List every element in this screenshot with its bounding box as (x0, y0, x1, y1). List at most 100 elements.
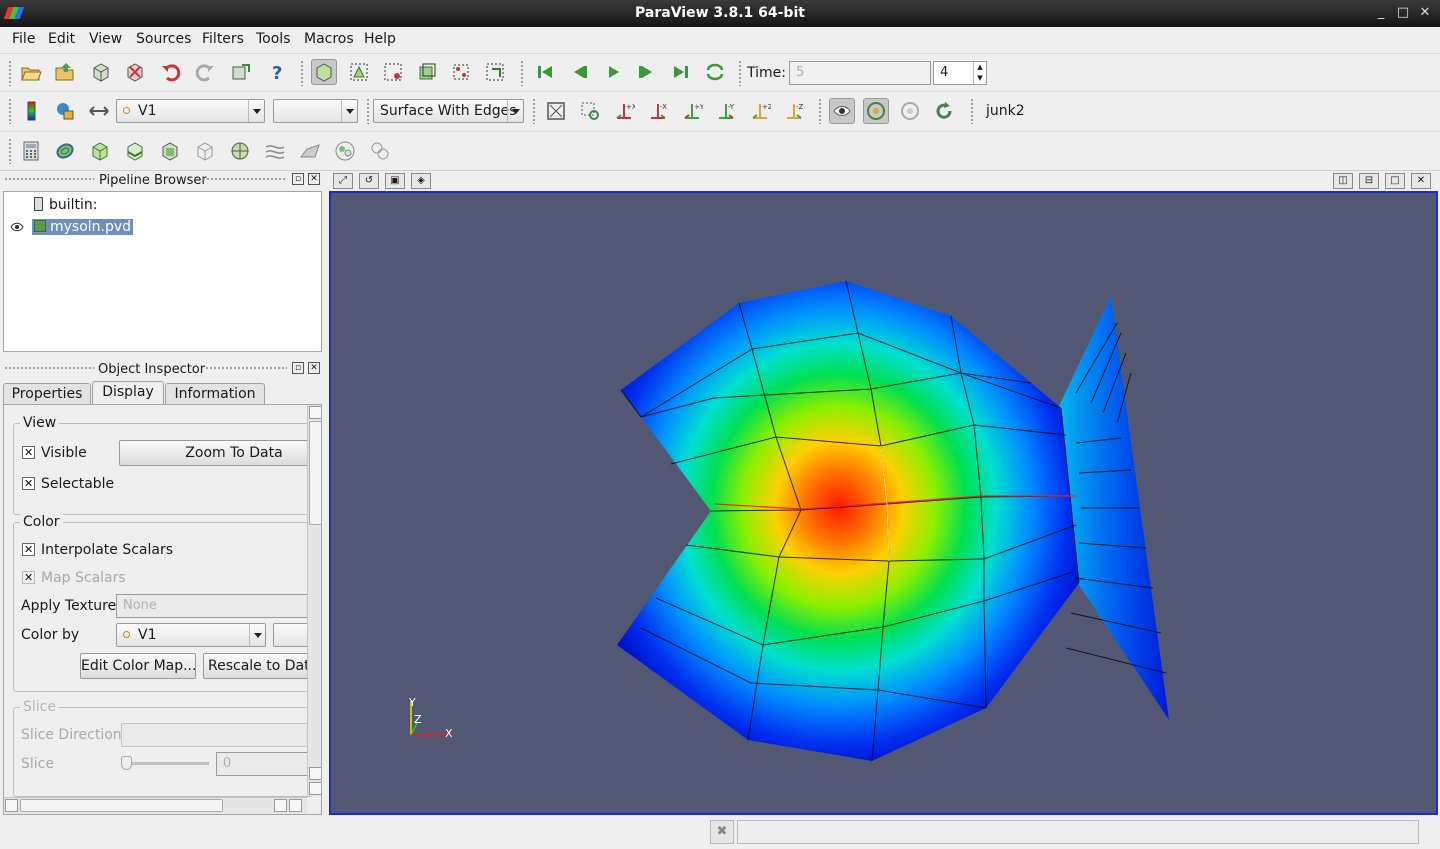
select-points-on-icon[interactable] (380, 59, 406, 85)
scroll-right-icon[interactable] (289, 799, 302, 812)
toolbar-grip[interactable] (8, 60, 12, 86)
dock-grip[interactable] (202, 177, 287, 181)
select-cells-on-icon[interactable] (346, 59, 372, 85)
tab-properties[interactable]: Properties (3, 383, 91, 405)
toolbar-grip[interactable] (970, 98, 974, 124)
close-icon[interactable]: ✕ (1416, 4, 1434, 22)
interpolate-scalars-checkbox[interactable]: Interpolate Scalars (22, 542, 173, 558)
tab-information[interactable]: Information (165, 383, 265, 405)
toolbar-grip[interactable] (818, 98, 822, 124)
play-icon[interactable] (600, 59, 626, 85)
first-frame-icon[interactable] (532, 59, 558, 85)
last-frame-icon[interactable] (668, 59, 694, 85)
reset-camera-icon[interactable] (543, 98, 569, 124)
close-view-icon[interactable]: ✕ (1411, 173, 1431, 189)
scroll-thumb[interactable] (20, 799, 223, 812)
color-by-select[interactable]: V1 (116, 623, 266, 647)
abort-icon[interactable]: ✖ (710, 820, 734, 844)
reset-center-icon[interactable] (863, 98, 889, 124)
connect-icon[interactable] (88, 59, 114, 85)
component-select[interactable] (273, 99, 358, 123)
float-panel-icon[interactable]: ▫ (292, 173, 304, 185)
select-cells-through-icon[interactable] (414, 59, 440, 85)
next-frame-icon[interactable] (634, 59, 660, 85)
menu-edit[interactable]: Edit (48, 31, 75, 47)
render-view[interactable]: Y Z X (329, 191, 1438, 815)
view-minus-y-icon[interactable]: -Y (713, 98, 739, 124)
interact-mode-icon[interactable] (311, 59, 337, 85)
color-legend-icon[interactable] (18, 98, 44, 124)
dock-grip[interactable] (205, 366, 287, 370)
group-datasets-icon[interactable] (332, 138, 358, 164)
dock-grip[interactable] (4, 177, 94, 181)
stream-tracer-icon[interactable] (262, 138, 288, 164)
warp-by-vector-icon[interactable] (297, 138, 323, 164)
scroll-up-icon[interactable] (309, 406, 321, 419)
minimize-icon[interactable]: _ (1372, 4, 1390, 22)
extract-level-icon[interactable] (367, 138, 393, 164)
variable-select[interactable]: V1 (116, 99, 265, 123)
scroll-up-icon[interactable] (309, 767, 321, 780)
view-minus-z-icon[interactable]: -Z (781, 98, 807, 124)
menu-help[interactable]: Help (364, 31, 396, 47)
toolbar-grip[interactable] (366, 98, 370, 124)
zoom-to-data-button[interactable]: Zoom To Data (119, 440, 309, 466)
toolbar-grip[interactable] (300, 60, 304, 86)
tab-display[interactable]: Display (92, 381, 164, 406)
time-step-spinbox[interactable]: 4 ▲ ▼ (933, 61, 987, 85)
pick-center-icon[interactable] (897, 98, 923, 124)
open-icon[interactable] (18, 59, 44, 85)
select-points-through-icon[interactable] (448, 59, 474, 85)
toolbar-grip[interactable] (520, 60, 524, 86)
visible-checkbox[interactable]: Visible (22, 445, 87, 461)
help-icon[interactable]: ? (264, 59, 290, 85)
previous-frame-icon[interactable] (566, 59, 592, 85)
threshold-icon[interactable] (157, 138, 183, 164)
glyph-icon[interactable] (227, 138, 253, 164)
menu-tools[interactable]: Tools (256, 31, 291, 47)
show-center-icon[interactable] (829, 98, 855, 124)
rotate-icon[interactable] (931, 98, 957, 124)
contour-icon[interactable] (52, 138, 78, 164)
split-horizontal-icon[interactable]: ◫ (1333, 173, 1353, 189)
edit-color-map-icon[interactable] (52, 98, 78, 124)
redo-icon[interactable] (192, 59, 218, 85)
edit-color-map-button[interactable]: Edit Color Map... (80, 653, 196, 679)
maximize-icon[interactable]: □ (1394, 4, 1412, 22)
dock-grip[interactable] (4, 366, 94, 370)
spin-arrows-icon[interactable]: ▲ ▼ (973, 62, 986, 84)
close-panel-icon[interactable]: ✕ (308, 173, 320, 185)
view-lookmark-icon[interactable]: ◈ (411, 173, 431, 189)
menu-sources[interactable]: Sources (136, 31, 191, 47)
scroll-left-icon[interactable] (274, 799, 287, 812)
scroll-thumb[interactable] (309, 421, 321, 525)
toolbar-grip[interactable] (8, 138, 12, 164)
fish-mesh-render[interactable]: Y Z X (331, 193, 1436, 813)
inspector-vertical-scrollbar[interactable] (307, 405, 321, 796)
loop-icon[interactable] (702, 59, 728, 85)
extract-subset-icon[interactable] (192, 138, 218, 164)
view-plus-y-icon[interactable]: +Y (679, 98, 705, 124)
selectable-checkbox[interactable]: Selectable (22, 476, 114, 492)
view-type-icon[interactable]: ⤢ (333, 173, 353, 189)
undo-icon[interactable] (158, 59, 184, 85)
toolbar-grip[interactable] (532, 98, 536, 124)
pipeline-item-builtin[interactable]: builtin: (34, 195, 98, 215)
toolbar-grip[interactable] (8, 98, 12, 124)
recent-files-icon[interactable] (52, 59, 78, 85)
menu-file[interactable]: File (12, 31, 35, 47)
zoom-to-box-icon[interactable] (577, 98, 603, 124)
view-minus-x-icon[interactable]: -X (645, 98, 671, 124)
camera-link-icon[interactable] (228, 59, 254, 85)
rescale-to-data-button[interactable]: Rescale to Data (203, 653, 313, 679)
toolbar-grip[interactable] (738, 60, 742, 86)
split-vertical-icon[interactable]: ⊟ (1359, 173, 1379, 189)
slice-icon[interactable] (122, 138, 148, 164)
view-capture-icon[interactable]: ▣ (385, 173, 405, 189)
menu-macros[interactable]: Macros (304, 31, 354, 47)
visibility-eye-icon[interactable] (10, 218, 24, 238)
pipeline-item-mysoln[interactable]: mysoln.pvd (32, 217, 134, 237)
rescale-range-icon[interactable] (86, 98, 112, 124)
inspector-horizontal-scrollbar[interactable] (4, 797, 307, 814)
menu-filters[interactable]: Filters (202, 31, 244, 47)
